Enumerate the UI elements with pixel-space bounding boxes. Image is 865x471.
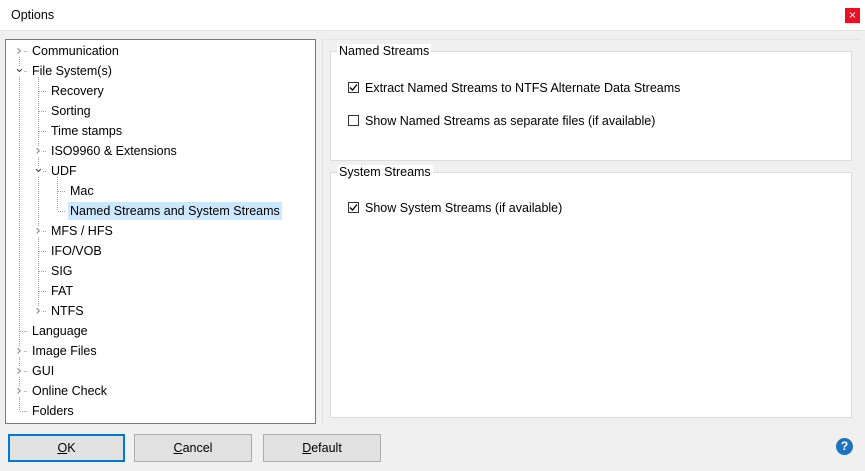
named-streams-group: Named Streams Extract Named Streams to N… [330, 44, 852, 161]
extract-named-streams-label: Extract Named Streams to NTFS Alternate … [365, 81, 681, 95]
ok-button-accel: O [57, 441, 68, 455]
tree-item[interactable]: Image Files [30, 342, 99, 360]
tree-item[interactable]: Language [30, 322, 90, 340]
chevron-down-icon[interactable]: ⌄ [33, 162, 44, 176]
default-button-label: efault [311, 441, 342, 455]
chevron-right-icon[interactable]: › [33, 304, 43, 318]
tree-item[interactable]: NTFS [49, 302, 86, 320]
check-icon [349, 84, 358, 91]
cancel-button-label: ancel [182, 441, 213, 455]
tree-item[interactable]: FAT [49, 282, 75, 300]
ok-button-label: K [67, 441, 76, 455]
tree-item[interactable]: Named Streams and System Streams [68, 202, 282, 220]
tree-item[interactable]: Sorting [49, 102, 93, 120]
close-icon[interactable]: × [845, 8, 860, 23]
options-tree[interactable]: › Communication ⌄ File System(s) Recovery Sor… [5, 39, 316, 424]
tree-item[interactable]: Mac [68, 182, 96, 200]
chevron-right-icon[interactable]: › [33, 224, 43, 238]
tree-item[interactable]: Recovery [49, 82, 106, 100]
system-streams-group: System Streams Show System Streams (if a… [330, 165, 852, 418]
cancel-button[interactable]: Cancel [134, 434, 252, 462]
chevron-right-icon[interactable]: › [14, 384, 24, 398]
show-system-streams-box[interactable] [348, 202, 359, 213]
system-streams-group-title: System Streams [337, 165, 433, 179]
tree-item[interactable]: IFO/VOB [49, 242, 104, 260]
show-named-streams-separate-box[interactable] [348, 115, 359, 126]
chevron-right-icon[interactable]: › [14, 44, 24, 58]
ok-button[interactable]: OK [8, 434, 125, 462]
extract-named-streams-box[interactable] [348, 82, 359, 93]
tree-item[interactable]: Communication [30, 42, 121, 60]
tree-item[interactable]: Folders [30, 402, 76, 420]
tree-item[interactable]: ISO9960 & Extensions [49, 142, 179, 160]
tree-item[interactable]: MFS / HFS [49, 222, 115, 240]
help-icon[interactable]: ? [836, 438, 853, 455]
window-title: Options [11, 8, 55, 22]
tree-item[interactable]: GUI [30, 362, 56, 380]
named-streams-group-title: Named Streams [337, 44, 432, 58]
chevron-right-icon[interactable]: › [33, 144, 43, 158]
tree-item[interactable]: File System(s) [30, 62, 114, 80]
default-button[interactable]: Default [263, 434, 381, 462]
chevron-right-icon[interactable]: › [14, 364, 24, 378]
options-content-panel: Named Streams Extract Named Streams to N… [322, 39, 860, 424]
tree-item[interactable]: Online Check [30, 382, 109, 400]
tree-item[interactable]: Time stamps [49, 122, 124, 140]
default-button-accel: D [302, 441, 312, 455]
chevron-down-icon[interactable]: ⌄ [14, 62, 25, 76]
chevron-right-icon[interactable]: › [14, 344, 24, 358]
show-system-streams-label: Show System Streams (if available) [365, 201, 563, 215]
title-bar: Options × [0, 0, 865, 31]
check-icon [349, 204, 358, 211]
show-named-streams-separate-label: Show Named Streams as separate files (if… [365, 114, 656, 128]
tree-item[interactable]: UDF [49, 162, 79, 180]
cancel-button-accel: C [173, 441, 183, 455]
tree-item[interactable]: SIG [49, 262, 75, 280]
